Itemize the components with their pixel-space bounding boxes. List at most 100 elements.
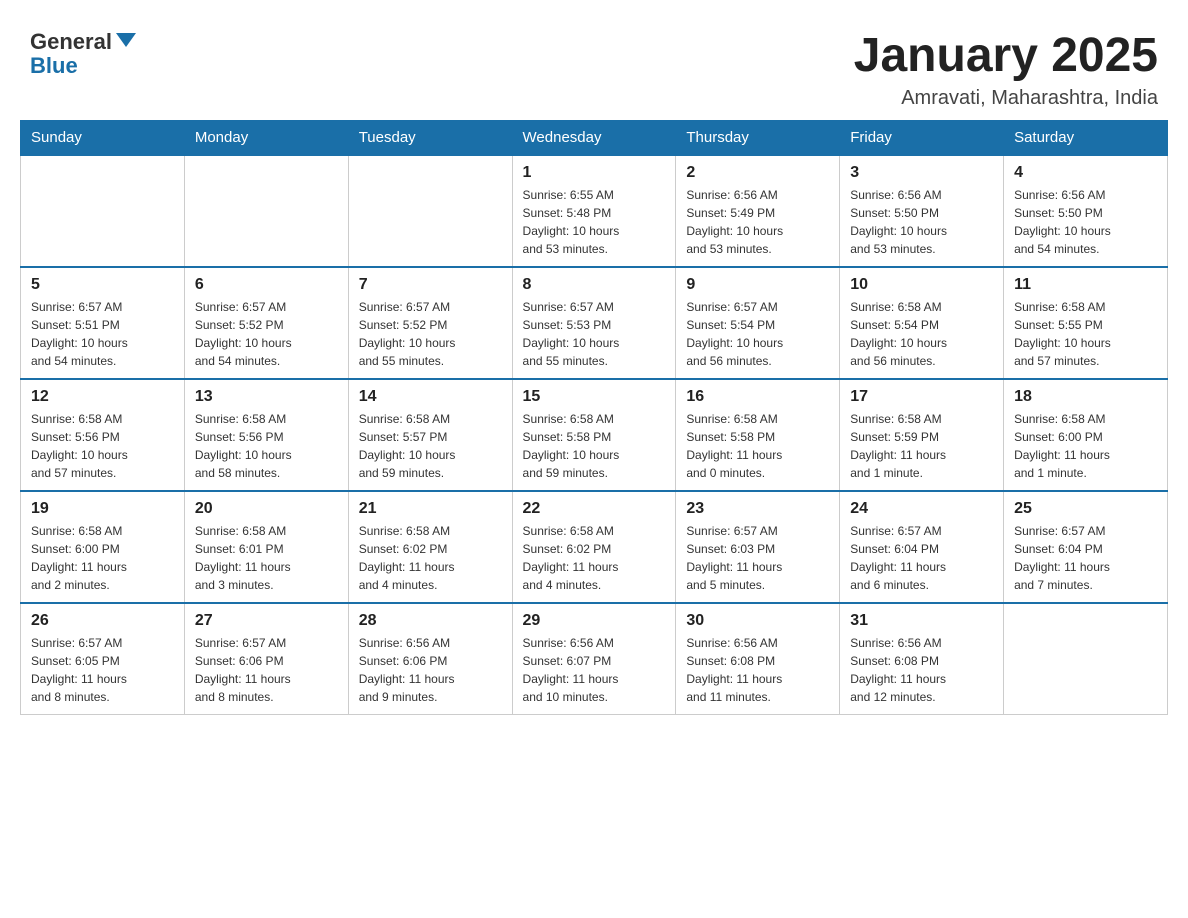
day-info: Sunrise: 6:58 AM Sunset: 5:58 PM Dayligh… <box>523 410 666 482</box>
day-info: Sunrise: 6:57 AM Sunset: 6:04 PM Dayligh… <box>1014 522 1157 594</box>
day-info: Sunrise: 6:56 AM Sunset: 6:06 PM Dayligh… <box>359 634 502 706</box>
day-info: Sunrise: 6:57 AM Sunset: 6:03 PM Dayligh… <box>686 522 829 594</box>
day-info: Sunrise: 6:56 AM Sunset: 6:07 PM Dayligh… <box>523 634 666 706</box>
day-number: 24 <box>850 500 993 518</box>
logo-general-text: General <box>30 30 112 54</box>
week-row-5: 26 Sunrise: 6:57 AM Sunset: 6:05 PM Dayli… <box>21 603 1168 715</box>
calendar-cell: 2 Sunrise: 6:56 AM Sunset: 5:49 PM Daylig… <box>676 155 840 267</box>
calendar-cell: 3 Sunrise: 6:56 AM Sunset: 5:50 PM Daylig… <box>840 155 1004 267</box>
calendar-cell: 23 Sunrise: 6:57 AM Sunset: 6:03 PM Dayli… <box>676 491 840 603</box>
day-info: Sunrise: 6:58 AM Sunset: 5:59 PM Dayligh… <box>850 410 993 482</box>
weekday-header-friday: Friday <box>840 120 1004 155</box>
day-number: 5 <box>31 276 174 294</box>
day-info: Sunrise: 6:58 AM Sunset: 5:56 PM Dayligh… <box>31 410 174 482</box>
calendar-cell: 11 Sunrise: 6:58 AM Sunset: 5:55 PM Dayli… <box>1004 267 1168 379</box>
day-info: Sunrise: 6:56 AM Sunset: 5:50 PM Dayligh… <box>850 186 993 258</box>
day-number: 21 <box>359 500 502 518</box>
calendar-cell: 1 Sunrise: 6:55 AM Sunset: 5:48 PM Daylig… <box>512 155 676 267</box>
weekday-header-saturday: Saturday <box>1004 120 1168 155</box>
day-info: Sunrise: 6:55 AM Sunset: 5:48 PM Dayligh… <box>523 186 666 258</box>
day-number: 31 <box>850 612 993 630</box>
day-info: Sunrise: 6:58 AM Sunset: 5:58 PM Dayligh… <box>686 410 829 482</box>
calendar-cell: 31 Sunrise: 6:56 AM Sunset: 6:08 PM Dayli… <box>840 603 1004 715</box>
day-info: Sunrise: 6:58 AM Sunset: 6:02 PM Dayligh… <box>359 522 502 594</box>
day-info: Sunrise: 6:56 AM Sunset: 6:08 PM Dayligh… <box>850 634 993 706</box>
day-number: 19 <box>31 500 174 518</box>
calendar-cell: 4 Sunrise: 6:56 AM Sunset: 5:50 PM Daylig… <box>1004 155 1168 267</box>
calendar-cell: 10Sunrise: 6:58 AM Sunset: 5:54 PM Dayli… <box>840 267 1004 379</box>
day-number: 30 <box>686 612 829 630</box>
calendar-cell: 8Sunrise: 6:57 AM Sunset: 5:53 PM Daylig… <box>512 267 676 379</box>
title-area: January 2025 Amravati, Maharashtra, Indi… <box>854 30 1158 110</box>
day-number: 25 <box>1014 500 1157 518</box>
day-info: Sunrise: 6:57 AM Sunset: 5:51 PM Dayligh… <box>31 298 174 370</box>
day-info: Sunrise: 6:57 AM Sunset: 5:52 PM Dayligh… <box>195 298 338 370</box>
day-number: 15 <box>523 388 666 406</box>
day-number: 22 <box>523 500 666 518</box>
calendar-cell: 12 Sunrise: 6:58 AM Sunset: 5:56 PM Dayli… <box>21 379 185 491</box>
day-number: 16 <box>686 388 829 406</box>
day-info: Sunrise: 6:56 AM Sunset: 5:50 PM Dayligh… <box>1014 186 1157 258</box>
day-info: Sunrise: 6:56 AM Sunset: 5:49 PM Dayligh… <box>686 186 829 258</box>
week-row-4: 19 Sunrise: 6:58 AM Sunset: 6:00 PM Dayli… <box>21 491 1168 603</box>
calendar-cell: 5 Sunrise: 6:57 AM Sunset: 5:51 PM Daylig… <box>21 267 185 379</box>
day-number: 20 <box>195 500 338 518</box>
day-number: 23 <box>686 500 829 518</box>
calendar-cell: 14 Sunrise: 6:58 AM Sunset: 5:57 PM Dayli… <box>348 379 512 491</box>
day-number: 7 <box>359 276 502 294</box>
day-number: 26 <box>31 612 174 630</box>
weekday-header-thursday: Thursday <box>676 120 840 155</box>
day-number: 6 <box>195 276 338 294</box>
day-info: Sunrise: 6:58 AM Sunset: 6:01 PM Dayligh… <box>195 522 338 594</box>
calendar-cell <box>348 155 512 267</box>
calendar-cell: 7Sunrise: 6:57 AM Sunset: 5:52 PM Daylig… <box>348 267 512 379</box>
calendar-cell: 22Sunrise: 6:58 AM Sunset: 6:02 PM Dayli… <box>512 491 676 603</box>
weekday-header-monday: Monday <box>184 120 348 155</box>
day-number: 2 <box>686 164 829 182</box>
day-info: Sunrise: 6:58 AM Sunset: 5:56 PM Dayligh… <box>195 410 338 482</box>
day-info: Sunrise: 6:57 AM Sunset: 6:05 PM Dayligh… <box>31 634 174 706</box>
calendar-cell: 21 Sunrise: 6:58 AM Sunset: 6:02 PM Dayli… <box>348 491 512 603</box>
logo-triangle-icon <box>116 33 136 47</box>
day-number: 3 <box>850 164 993 182</box>
calendar-cell: 18Sunrise: 6:58 AM Sunset: 6:00 PM Dayli… <box>1004 379 1168 491</box>
week-row-3: 12 Sunrise: 6:58 AM Sunset: 5:56 PM Dayli… <box>21 379 1168 491</box>
day-info: Sunrise: 6:58 AM Sunset: 5:55 PM Dayligh… <box>1014 298 1157 370</box>
day-number: 11 <box>1014 276 1157 294</box>
day-number: 1 <box>523 164 666 182</box>
weekday-header-row: SundayMondayTuesdayWednesdayThursdayFrid… <box>21 120 1168 155</box>
calendar-cell: 20 Sunrise: 6:58 AM Sunset: 6:01 PM Dayli… <box>184 491 348 603</box>
day-info: Sunrise: 6:57 AM Sunset: 5:53 PM Dayligh… <box>523 298 666 370</box>
day-info: Sunrise: 6:58 AM Sunset: 6:00 PM Dayligh… <box>31 522 174 594</box>
calendar-cell: 9Sunrise: 6:57 AM Sunset: 5:54 PM Daylig… <box>676 267 840 379</box>
calendar-cell: 19 Sunrise: 6:58 AM Sunset: 6:00 PM Dayli… <box>21 491 185 603</box>
calendar-cell: 26 Sunrise: 6:57 AM Sunset: 6:05 PM Dayli… <box>21 603 185 715</box>
calendar-cell: 27Sunrise: 6:57 AM Sunset: 6:06 PM Dayli… <box>184 603 348 715</box>
weekday-header-sunday: Sunday <box>21 120 185 155</box>
location-title: Amravati, Maharashtra, India <box>854 87 1158 110</box>
calendar-cell <box>21 155 185 267</box>
logo: General Blue <box>30 30 136 78</box>
day-info: Sunrise: 6:58 AM Sunset: 5:57 PM Dayligh… <box>359 410 502 482</box>
day-number: 18 <box>1014 388 1157 406</box>
calendar-cell: 6 Sunrise: 6:57 AM Sunset: 5:52 PM Daylig… <box>184 267 348 379</box>
day-number: 9 <box>686 276 829 294</box>
day-number: 12 <box>31 388 174 406</box>
day-info: Sunrise: 6:58 AM Sunset: 5:54 PM Dayligh… <box>850 298 993 370</box>
day-number: 29 <box>523 612 666 630</box>
calendar-cell: 25 Sunrise: 6:57 AM Sunset: 6:04 PM Dayli… <box>1004 491 1168 603</box>
week-row-2: 5 Sunrise: 6:57 AM Sunset: 5:51 PM Daylig… <box>21 267 1168 379</box>
day-info: Sunrise: 6:57 AM Sunset: 6:06 PM Dayligh… <box>195 634 338 706</box>
calendar-cell: 15 Sunrise: 6:58 AM Sunset: 5:58 PM Dayli… <box>512 379 676 491</box>
calendar-cell <box>1004 603 1168 715</box>
logo-blue-text: Blue <box>30 54 78 78</box>
day-number: 14 <box>359 388 502 406</box>
day-info: Sunrise: 6:56 AM Sunset: 6:08 PM Dayligh… <box>686 634 829 706</box>
calendar-cell: 16 Sunrise: 6:58 AM Sunset: 5:58 PM Dayli… <box>676 379 840 491</box>
month-title: January 2025 <box>854 30 1158 83</box>
day-number: 4 <box>1014 164 1157 182</box>
calendar-cell: 30 Sunrise: 6:56 AM Sunset: 6:08 PM Dayli… <box>676 603 840 715</box>
calendar-cell: 28Sunrise: 6:56 AM Sunset: 6:06 PM Dayli… <box>348 603 512 715</box>
calendar-cell: 24 Sunrise: 6:57 AM Sunset: 6:04 PM Dayli… <box>840 491 1004 603</box>
day-info: Sunrise: 6:57 AM Sunset: 6:04 PM Dayligh… <box>850 522 993 594</box>
